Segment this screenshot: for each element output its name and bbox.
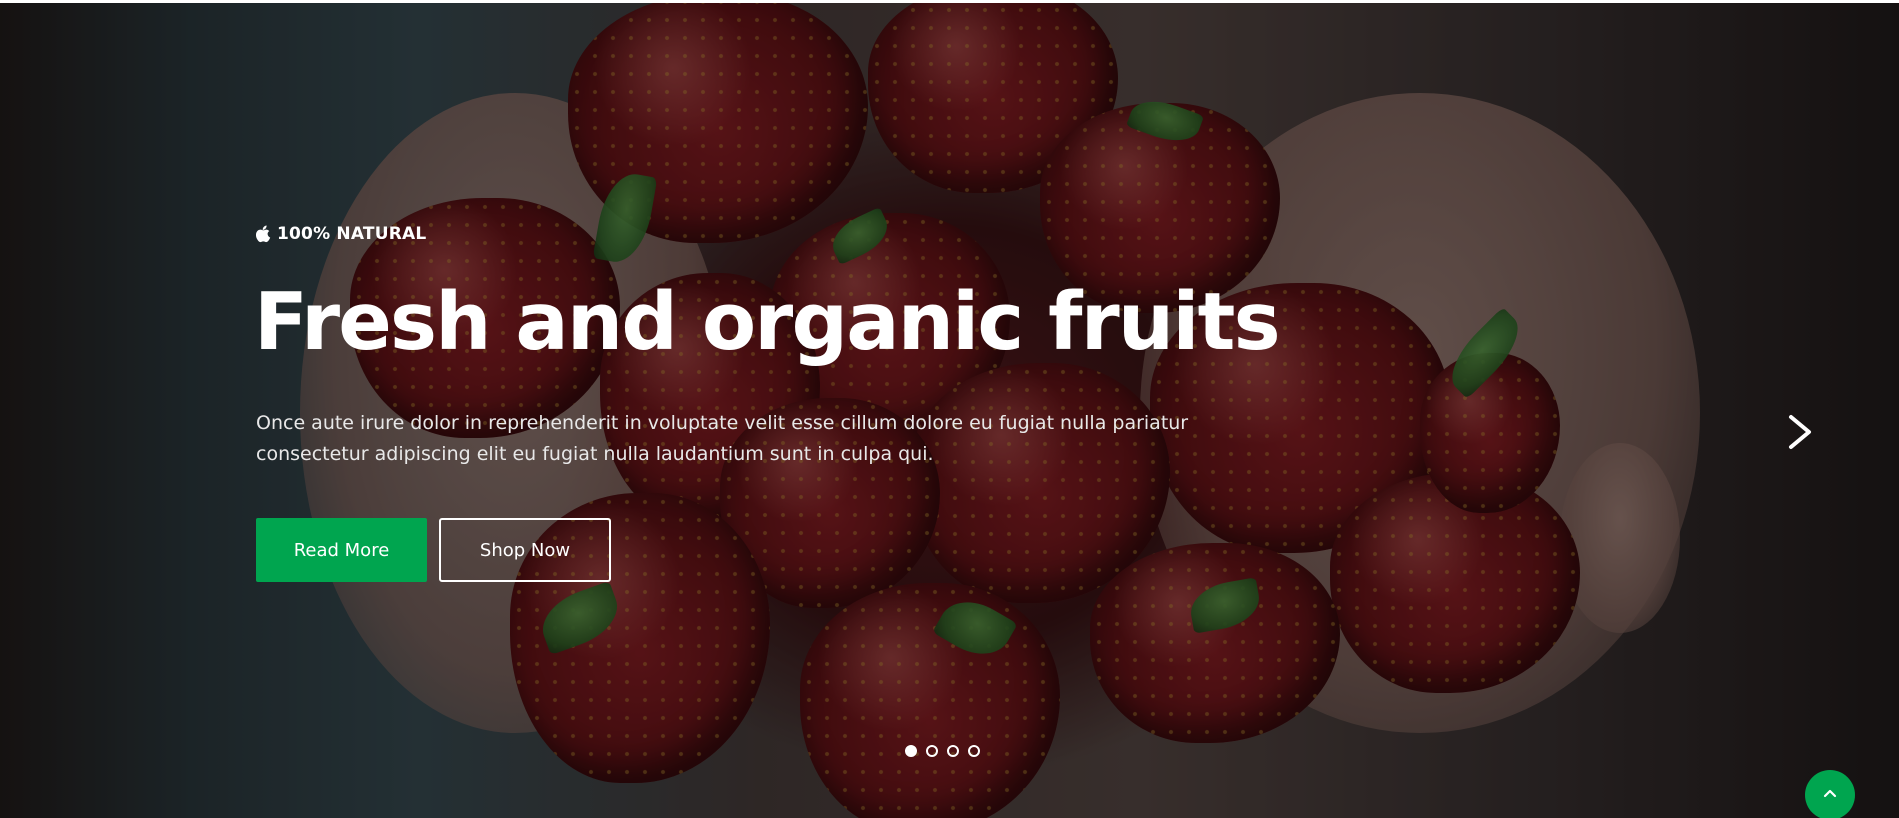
apple-icon [255, 225, 271, 243]
slider-dot-1[interactable] [905, 745, 917, 757]
back-to-top-button[interactable] [1805, 770, 1855, 818]
shop-now-label: Shop Now [479, 539, 571, 561]
slider-dot-3[interactable] [947, 745, 959, 757]
read-more-button[interactable]: Read More [256, 518, 427, 582]
chevron-right-icon [1789, 415, 1811, 449]
read-more-label: Read More [293, 539, 390, 561]
shop-now-button[interactable]: Shop Now [439, 518, 611, 582]
slider-dot-4[interactable] [968, 745, 980, 757]
hero-slider: 100% NATURAL Fresh and organic fruits On… [0, 3, 1899, 818]
hero-headline: Fresh and organic fruits [254, 276, 1281, 368]
hero-description: Once aute irure dolor in reprehenderit i… [256, 412, 1189, 465]
top-border [0, 0, 1899, 3]
hero-tagline: 100% NATURAL [255, 224, 427, 244]
page: 100% NATURAL Fresh and organic fruits On… [0, 0, 1899, 818]
slider-next-button[interactable] [1783, 411, 1819, 453]
slider-dot-2[interactable] [926, 745, 938, 757]
chevron-up-icon [1823, 789, 1837, 798]
tagline-text: 100% NATURAL [277, 224, 427, 244]
slider-pagination [905, 745, 980, 757]
